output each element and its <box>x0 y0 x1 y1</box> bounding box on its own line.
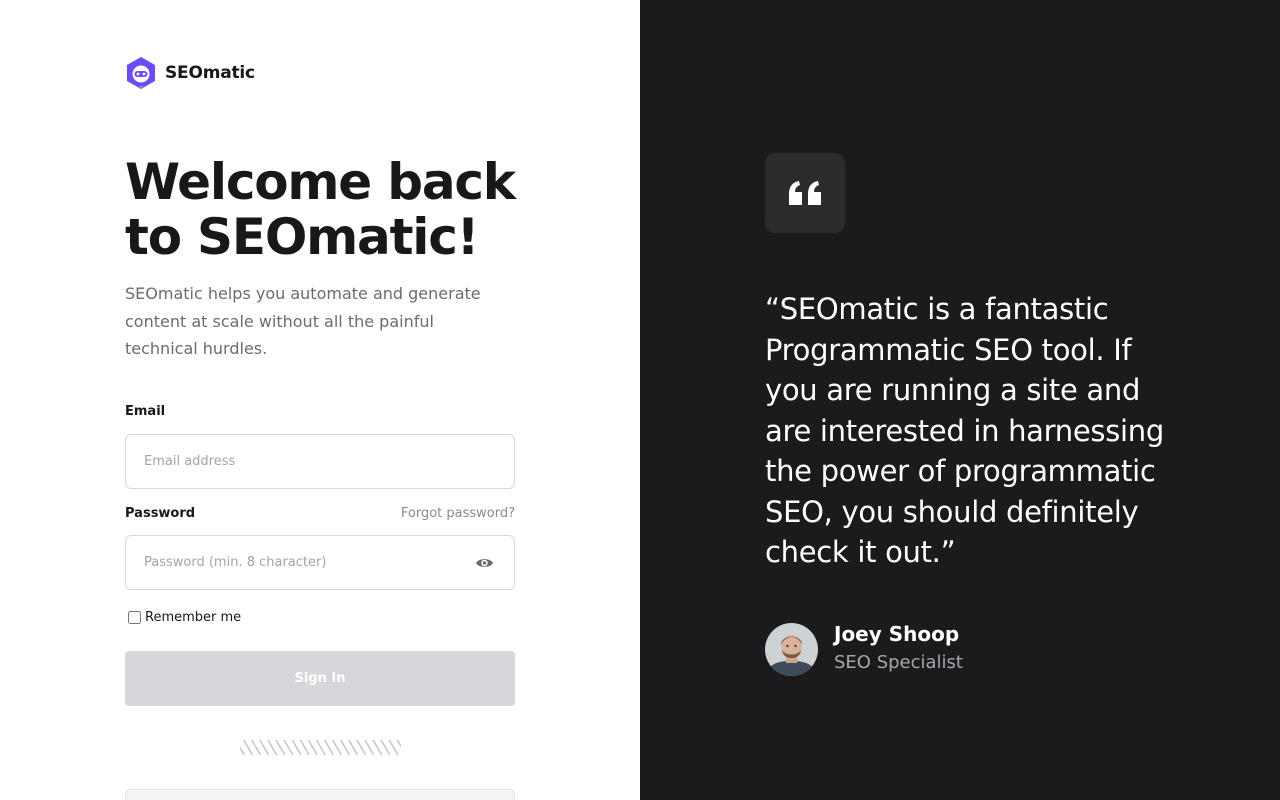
quote-badge <box>765 153 845 233</box>
remember-me-label: Remember me <box>145 610 242 625</box>
section-divider <box>240 740 401 755</box>
alternate-sign-in-button[interactable] <box>125 789 515 800</box>
author-details: Joey Shoop SEO Specialist <box>834 620 963 678</box>
email-label: Email <box>125 404 166 419</box>
password-field-container <box>125 535 515 590</box>
remember-me-checkbox[interactable] <box>128 611 141 624</box>
brand-name: SEOmatic <box>165 63 255 83</box>
remember-me[interactable]: Remember me <box>128 610 241 625</box>
robot-logo-icon <box>127 57 155 89</box>
email-input[interactable] <box>144 435 464 488</box>
author-name: Joey Shoop <box>834 622 960 646</box>
testimonial-quote: “SEOmatic is a fantastic Programmatic SE… <box>765 292 1164 569</box>
testimonial-panel: “SEOmatic is a fantastic Programmatic SE… <box>640 0 1280 800</box>
avatar <box>765 622 818 676</box>
forgot-password-link[interactable]: Forgot password? <box>401 506 515 521</box>
author-role: SEO Specialist <box>834 652 963 673</box>
page-subtitle: SEOmatic helps you automate and generate… <box>125 284 481 358</box>
eye-icon[interactable] <box>475 555 494 571</box>
testimonial-author: Joey Shoop SEO Specialist <box>765 620 963 678</box>
brand-logo[interactable]: SEOmatic <box>125 56 255 90</box>
password-input[interactable] <box>144 536 464 589</box>
login-panel: SEOmatic Welcome back to SEOmatic! SEOma… <box>0 0 640 800</box>
quote-icon <box>789 181 821 205</box>
password-label: Password <box>125 506 196 521</box>
page-title: Welcome back to SEOmatic! <box>125 153 516 266</box>
sign-in-button[interactable]: Sign In <box>125 651 515 706</box>
email-field-container <box>125 434 515 489</box>
